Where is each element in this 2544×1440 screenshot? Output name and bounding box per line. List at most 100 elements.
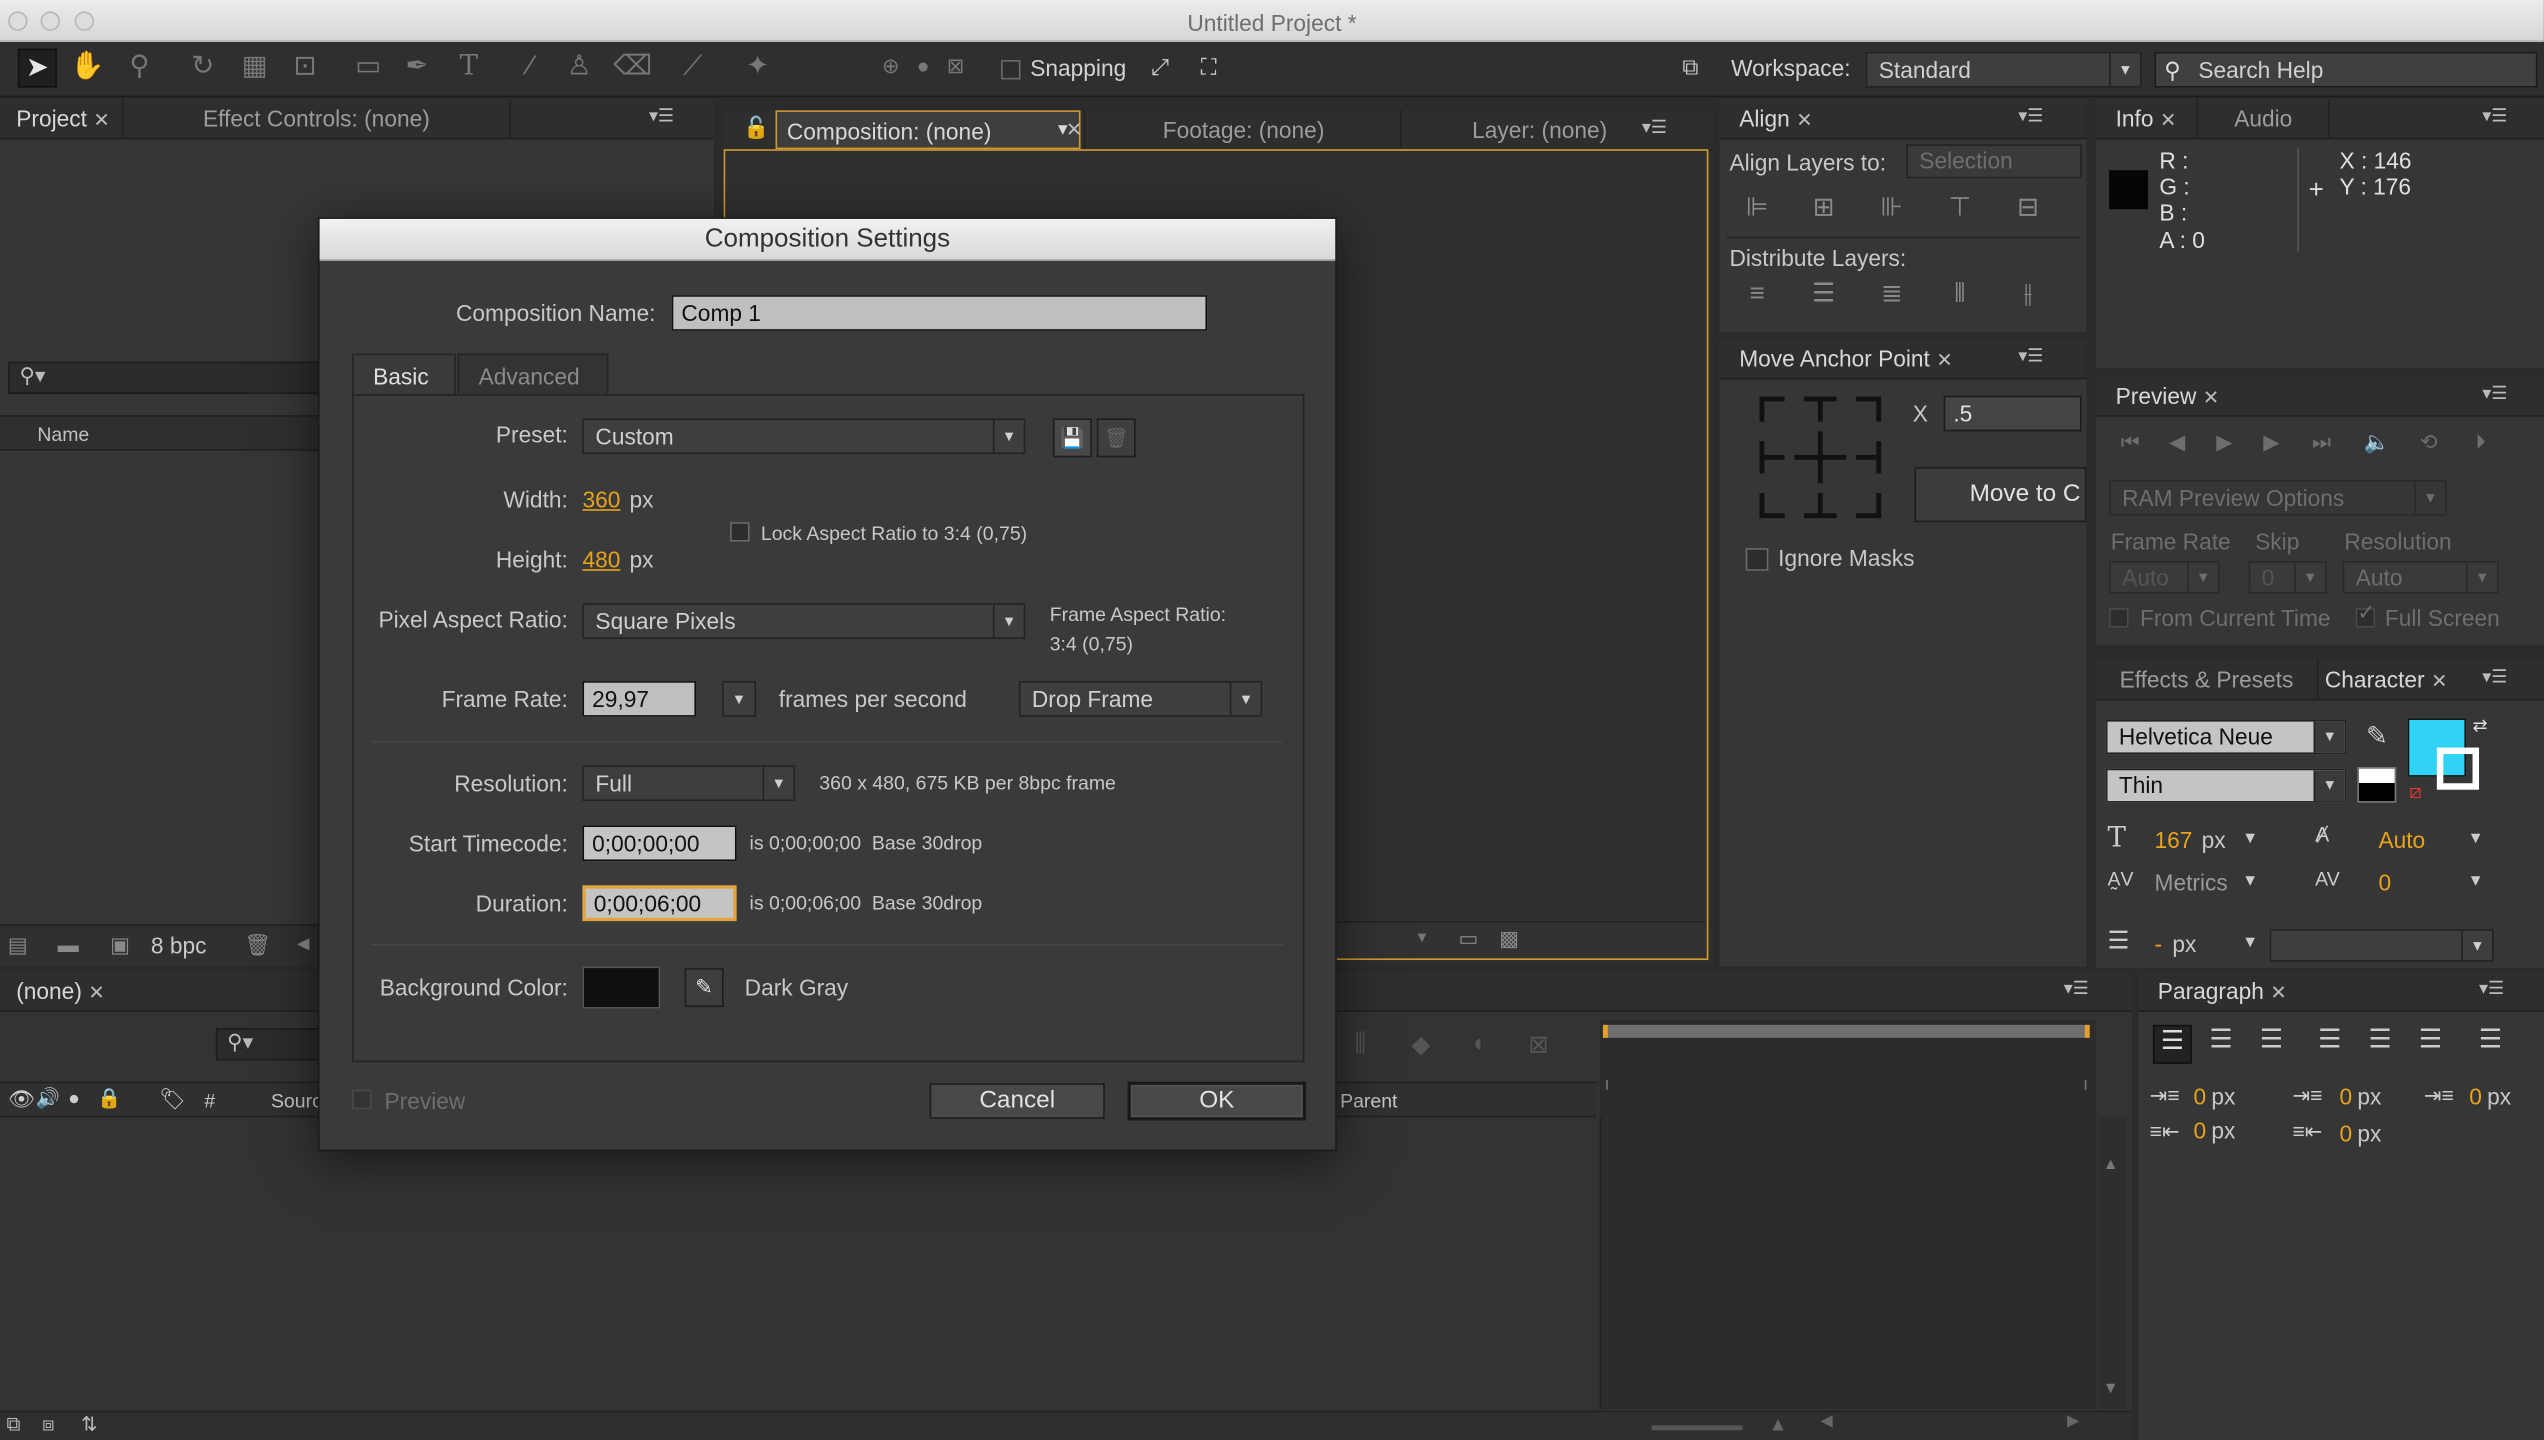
graph-editor-icon[interactable]: ⊠ xyxy=(1528,1030,1548,1059)
zoom-in-icon[interactable]: ▲ xyxy=(1768,1412,1787,1435)
lock-icon[interactable]: 🔓 xyxy=(743,115,769,141)
close-icon[interactable]: ✕ xyxy=(2203,386,2219,409)
mute-audio-icon[interactable]: 🔈 xyxy=(2359,426,2395,462)
from-current-time-checkbox[interactable] xyxy=(2109,608,2129,628)
distribute-vertical-center-icon[interactable]: ☰ xyxy=(1806,279,1842,315)
view-axis-icon[interactable]: ⊠ xyxy=(938,49,974,85)
toggle-modes-icon[interactable]: ⧈ xyxy=(42,1412,54,1436)
tab-basic[interactable]: Basic xyxy=(352,353,456,396)
comp-name-input[interactable]: Comp 1 xyxy=(671,295,1208,331)
selection-tool-icon[interactable]: ➤ xyxy=(17,48,57,88)
roto-brush-tool-icon[interactable]: ⟋ xyxy=(675,49,711,85)
panel-menu-icon[interactable]: ▾☰ xyxy=(649,108,674,126)
trash-icon[interactable]: 🗑 xyxy=(240,929,276,965)
align-horizontal-center-icon[interactable]: ⊞ xyxy=(1806,193,1842,229)
scroll-right-icon[interactable]: ▶ xyxy=(2067,1412,2079,1430)
next-frame-icon[interactable]: ▶ xyxy=(2254,426,2290,462)
chevron-down-icon[interactable]: ▼ xyxy=(2468,872,2484,890)
move-to-button[interactable]: Move to C xyxy=(1914,467,2087,523)
pan-behind-tool-icon[interactable]: ⊡ xyxy=(287,49,323,85)
distribute-left-icon[interactable]: ⫴ xyxy=(1942,279,1978,315)
work-area-bar[interactable] xyxy=(1602,1024,2090,1038)
black-white-swatch[interactable] xyxy=(2357,767,2397,803)
panel-menu-icon[interactable]: ▾☰ xyxy=(1642,119,1667,137)
search-help-field[interactable]: ⚲ Search Help xyxy=(2154,51,2538,88)
preview-frame-rate-dropdown[interactable]: Auto ▼ xyxy=(2109,561,2220,594)
eraser-tool-icon[interactable]: ⌫ xyxy=(613,49,652,85)
panel-menu-icon[interactable]: ▾☰ xyxy=(2482,669,2507,687)
chevron-down-icon[interactable]: ▼ xyxy=(1415,929,1429,945)
close-icon[interactable]: ✕ xyxy=(1796,109,1812,132)
background-color-swatch[interactable] xyxy=(582,966,661,1009)
hand-tool-icon[interactable]: ✋ xyxy=(70,49,106,85)
zoom-tool-icon[interactable]: ⚲ xyxy=(122,49,158,85)
transparency-grid-icon[interactable]: ▩ xyxy=(1499,926,1519,952)
tab-audio[interactable]: Audio xyxy=(2196,98,2330,138)
justify-last-left-icon[interactable]: ☰ xyxy=(2312,1025,2348,1061)
preview-checkbox[interactable] xyxy=(352,1089,372,1110)
justify-last-center-icon[interactable]: ☰ xyxy=(2362,1025,2398,1061)
region-of-interest-icon[interactable]: ▭ xyxy=(1459,926,1479,952)
panel-menu-icon[interactable]: ▾☰ xyxy=(2482,108,2507,126)
loop-icon[interactable]: ⟲ xyxy=(2411,426,2447,462)
interpret-footage-icon[interactable]: ▤ xyxy=(0,929,36,965)
ram-preview-icon[interactable]: ⏵ xyxy=(2463,426,2499,462)
panel-menu-icon[interactable]: ▾☰ xyxy=(2482,385,2507,403)
distribute-top-icon[interactable]: ≡ xyxy=(1739,279,1775,315)
eyedropper-icon[interactable]: ✎ xyxy=(2359,722,2395,758)
close-icon[interactable]: ✕ xyxy=(93,109,109,132)
play-icon[interactable]: ▶ xyxy=(2206,426,2242,462)
duration-input[interactable]: 0;00;06;00 xyxy=(582,885,737,922)
swap-colors-icon[interactable]: ⇄ xyxy=(2473,715,2488,736)
tab-info[interactable]: Info ✕ xyxy=(2116,99,2177,138)
chevron-down-icon[interactable]: ▼ xyxy=(2468,830,2484,848)
align-text-center-icon[interactable]: ☰ xyxy=(2203,1025,2239,1061)
close-icon[interactable]: ✕ xyxy=(1936,349,1952,372)
timeline-scrollbar[interactable]: ▲ ▼ xyxy=(2099,1117,2126,1410)
brush-tool-icon[interactable]: ⁄ xyxy=(513,49,549,85)
align-vertical-center-icon[interactable]: ⊟ xyxy=(2010,193,2046,229)
distribute-bottom-icon[interactable]: ≣ xyxy=(1874,279,1910,315)
cancel-button[interactable]: Cancel xyxy=(929,1083,1105,1119)
first-frame-icon[interactable]: ⏮ xyxy=(2112,426,2148,462)
panel-menu-icon[interactable]: ▾☰ xyxy=(2479,980,2504,998)
tab-project[interactable]: Project ✕ xyxy=(16,99,110,138)
solo-icon[interactable]: ● xyxy=(68,1086,80,1109)
pen-tool-icon[interactable]: ✒ xyxy=(399,49,435,85)
tab-paragraph[interactable]: Paragraph ✕ xyxy=(2158,971,2287,1010)
project-search[interactable]: ⚲▾ xyxy=(8,361,333,395)
column-hash[interactable]: # xyxy=(204,1090,215,1113)
drop-frame-dropdown[interactable]: Drop Frame ▼ xyxy=(1018,681,1263,717)
ok-button[interactable]: OK xyxy=(1127,1081,1307,1121)
delete-preset-button[interactable]: 🗑 xyxy=(1096,418,1136,458)
start-timecode-input[interactable]: 0;00;00;00 xyxy=(582,825,737,862)
no-stroke-icon[interactable]: ⧄ xyxy=(2409,780,2421,804)
height-value[interactable]: 480 xyxy=(582,546,620,572)
scroll-down-icon[interactable]: ▼ xyxy=(2103,1380,2119,1398)
bpc-label[interactable]: 8 bpc xyxy=(151,932,207,958)
previous-frame-icon[interactable]: ◀ xyxy=(2159,426,2195,462)
lock-aspect-checkbox[interactable] xyxy=(730,522,750,542)
workspace-dropdown[interactable]: Standard ▼ xyxy=(1865,51,2142,88)
draft-3d-icon[interactable]: ◆ xyxy=(1411,1030,1430,1059)
flowchart-icon[interactable]: ⫼ xyxy=(1355,1030,1366,1058)
panel-menu-icon[interactable]: ▾☰ xyxy=(2064,980,2089,998)
indent-left-value[interactable]: 0 xyxy=(2193,1083,2206,1109)
align-left-icon[interactable]: ⊫ xyxy=(1739,193,1775,229)
font-size-value[interactable]: 167 xyxy=(2155,827,2193,853)
pixel-aspect-dropdown[interactable]: Square Pixels ▼ xyxy=(582,603,1026,639)
resolution-dropdown[interactable]: Full ▼ xyxy=(582,765,795,802)
close-icon[interactable]: ✕ xyxy=(88,981,104,1004)
column-name[interactable]: Name xyxy=(37,423,89,446)
scroll-left-icon[interactable]: ◀ xyxy=(286,929,322,965)
tab-effects-presets[interactable]: Effects & Presets xyxy=(2096,659,2319,699)
speaker-icon[interactable]: 🔊 xyxy=(36,1086,60,1109)
tab-layer[interactable]: Layer: (none) xyxy=(1400,110,1677,150)
justify-all-icon[interactable]: ☰ xyxy=(2473,1025,2509,1061)
chevron-down-icon[interactable]: ▼ xyxy=(2242,872,2258,890)
scroll-up-icon[interactable]: ▲ xyxy=(2103,1156,2119,1174)
align-right-icon[interactable]: ⊪ xyxy=(1874,193,1910,229)
close-icon[interactable]: ✕ xyxy=(2270,981,2286,1004)
align-top-icon[interactable]: ⊤ xyxy=(1942,193,1978,229)
rotation-tool-icon[interactable]: ↻ xyxy=(185,49,221,85)
